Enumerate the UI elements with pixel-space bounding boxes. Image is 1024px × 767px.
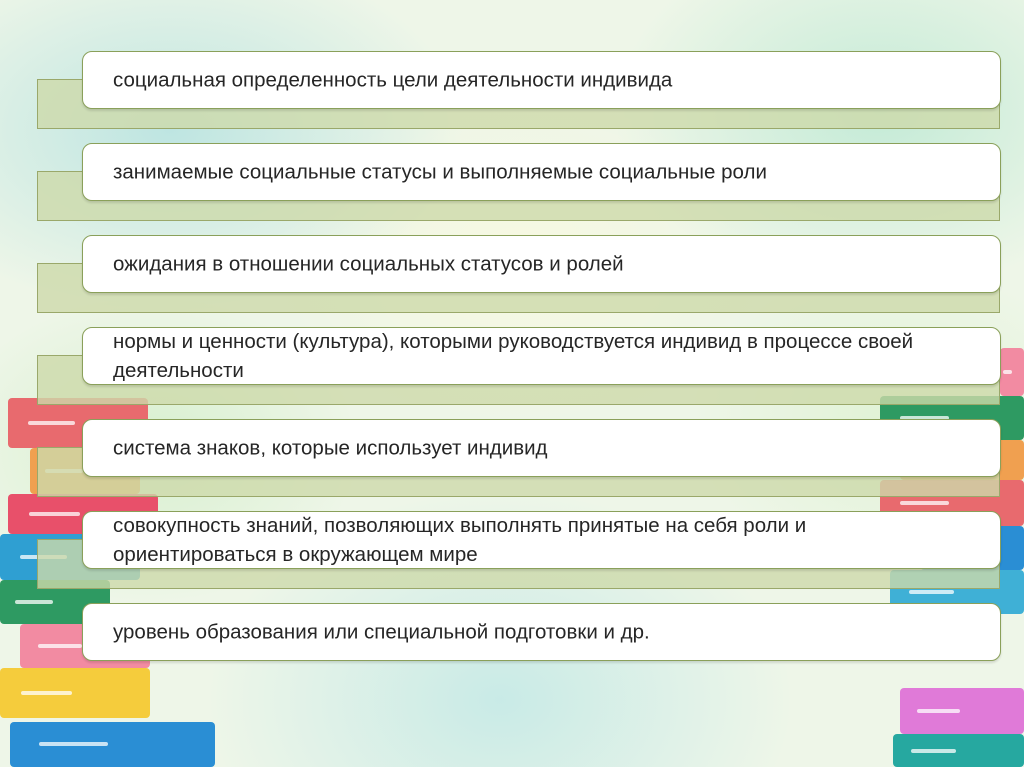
item-card: ожидания в отношении социальных статусов… <box>82 235 1001 293</box>
list-item: занимаемые социальные статусы и выполняе… <box>0 143 1024 235</box>
list-item: совокупность знаний, позволяющих выполня… <box>0 511 1024 603</box>
item-card: занимаемые социальные статусы и выполняе… <box>82 143 1001 201</box>
item-text: нормы и ценности (культура), которыми ру… <box>113 330 914 382</box>
item-text: уровень образования или специальной подг… <box>113 620 650 644</box>
list-item: система знаков, которые использует индив… <box>0 419 1024 511</box>
item-card: система знаков, которые использует индив… <box>82 419 1001 477</box>
item-card: социальная определенность цели деятельно… <box>82 51 1001 109</box>
list-item: уровень образования или специальной подг… <box>0 603 1024 695</box>
item-text: социальная определенность цели деятельно… <box>113 68 673 92</box>
item-card: совокупность знаний, позволяющих выполня… <box>82 511 1001 569</box>
item-text: ожидания в отношении социальных статусов… <box>113 252 624 276</box>
item-card: нормы и ценности (культура), которыми ру… <box>82 327 1001 385</box>
item-text: совокупность знаний, позволяющих выполня… <box>113 514 807 566</box>
list-item: нормы и ценности (культура), которыми ру… <box>0 327 1024 419</box>
item-text: занимаемые социальные статусы и выполняе… <box>113 160 767 184</box>
factor-list: социальная определенность цели деятельно… <box>0 0 1024 767</box>
item-text: система знаков, которые использует индив… <box>113 436 548 460</box>
item-card: уровень образования или специальной подг… <box>82 603 1001 661</box>
list-item: ожидания в отношении социальных статусов… <box>0 235 1024 327</box>
list-item: социальная определенность цели деятельно… <box>0 51 1024 143</box>
